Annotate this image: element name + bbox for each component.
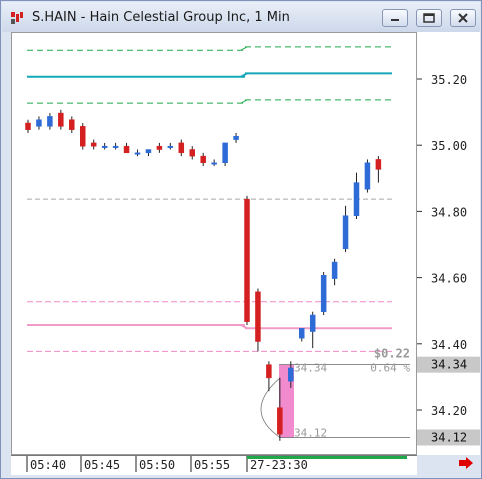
candle-body <box>123 145 130 154</box>
scroll-right-arrow-icon[interactable] <box>457 456 475 470</box>
price-axis[interactable]: 35.20 35.00 34.80 34.60 34.40 34.20 34.34 34.12 <box>417 32 480 455</box>
candle-body <box>364 162 371 190</box>
candle-body <box>69 119 75 130</box>
candle-body <box>189 149 195 157</box>
price-box-label: 34.34 <box>431 358 467 372</box>
candle-body <box>112 145 119 148</box>
price-label: 34.80 <box>431 205 467 219</box>
session-bar <box>247 456 407 459</box>
window-title: S.HAIN - Hain Celestial Group Inc, 1 Min <box>32 10 290 25</box>
price-axis-scale: 35.20 35.00 34.80 34.60 34.40 34.20 34.34 34.12 <box>417 73 480 446</box>
band-upper-green-step <box>240 46 248 51</box>
time-label: 27-23:30 <box>250 458 308 472</box>
time-label: 05:50 <box>139 458 175 472</box>
restore-icon <box>423 13 435 23</box>
price-label: 34.20 <box>431 404 467 418</box>
price-label: 34.40 <box>431 338 467 352</box>
close-icon <box>458 13 468 23</box>
time-label: 05:55 <box>194 458 230 472</box>
candlestick-chart[interactable]: $0.220.64 % 34.34 34.12 <box>12 33 416 454</box>
candle-body <box>58 112 64 127</box>
arrow-shape <box>459 457 473 469</box>
candle-body <box>244 198 250 322</box>
price-box-label: 34.12 <box>431 430 467 444</box>
price-chart[interactable]: $0.22 0.64 % 34.34 34.12 <box>11 32 417 455</box>
price-label: 35.00 <box>431 139 467 153</box>
title-bar[interactable]: S.HAIN - Hain Celestial Group Inc, 1 Min <box>2 2 480 32</box>
candle-body <box>178 142 185 154</box>
time-axis[interactable]: 05:40 05:45 05:50 05:55 27-23:30 <box>11 455 417 475</box>
candle-body <box>255 291 261 342</box>
candle-body <box>167 145 174 148</box>
minimize-icon <box>391 19 399 21</box>
price-label: 34.60 <box>431 272 467 286</box>
candle-body <box>342 215 349 250</box>
close-button[interactable] <box>450 9 476 27</box>
measure-percent: 0.64 % <box>370 362 410 375</box>
measure-high-label: 34.34 <box>294 362 327 375</box>
candle-body <box>309 314 316 332</box>
candle-body <box>145 149 152 154</box>
candle-body <box>36 119 42 127</box>
band-lower-green-step <box>240 99 248 104</box>
candle-body <box>134 152 141 155</box>
candle-body <box>320 275 327 312</box>
candle-body <box>277 407 283 435</box>
candle-body <box>288 367 294 382</box>
candle-body <box>299 328 305 339</box>
measure-low-label: 34.12 <box>294 426 327 439</box>
time-axis-scale: 05:40 05:45 05:50 05:55 27-23:30 <box>26 456 407 472</box>
time-label: 05:45 <box>84 458 120 472</box>
candle-body <box>101 145 108 148</box>
candle-body <box>25 122 31 130</box>
candle-body <box>266 364 272 379</box>
candle-body <box>222 142 228 163</box>
restore-button[interactable] <box>416 9 442 27</box>
measure-change: $0.22 <box>374 347 410 361</box>
candle-body <box>375 159 382 170</box>
candle-body <box>47 116 53 127</box>
minimize-button[interactable] <box>382 9 408 27</box>
candle-body <box>90 142 97 147</box>
candle-body <box>156 145 163 150</box>
time-label: 05:40 <box>30 458 66 472</box>
chart-window: S.HAIN - Hain Celestial Group Inc, 1 Min… <box>0 0 482 479</box>
candle-body <box>331 261 338 279</box>
candle-body <box>233 136 239 140</box>
candle-body <box>211 162 217 165</box>
candle-body <box>80 126 86 147</box>
candle-body <box>200 155 206 163</box>
chart-app-icon <box>11 12 23 24</box>
price-label: 35.20 <box>431 73 467 87</box>
candle-body <box>353 182 360 216</box>
